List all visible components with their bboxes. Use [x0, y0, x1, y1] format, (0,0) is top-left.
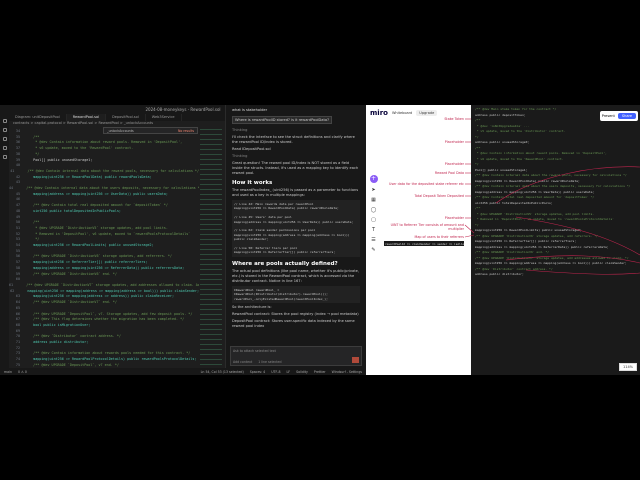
encoding[interactable]: UTF-8 — [271, 370, 280, 374]
minimap[interactable] — [200, 127, 222, 368]
prettier[interactable]: Prettier — [314, 370, 326, 374]
code-editor[interactable]: 34 35 /** 36 * @dev Contain information ab… — [9, 129, 199, 368]
code-block-2: IRewardPool rewardPool_ = IRewardPool(ID… — [232, 285, 360, 304]
tab-depositpool[interactable]: DepositPool.sol — [106, 114, 146, 121]
line-text: mapping(address => mapping(uint256 => Us… — [25, 191, 168, 196]
line-text: mapping(uint256 => RewardPoolLimits) pub… — [25, 243, 154, 248]
find-result: No results — [177, 129, 194, 133]
windsurf-settings[interactable]: Windsurf - Settings — [332, 370, 362, 374]
share-bar: Present Share — [599, 111, 638, 121]
line-text: * v6 update, moved to the 'RewardPool' c… — [25, 146, 134, 151]
user-question: Where is rewardPoolID stored? is it rewa… — [232, 116, 333, 124]
present-button[interactable]: Present — [602, 114, 615, 118]
explorer-icon[interactable] — [2, 119, 7, 123]
line-text: mapping(uint256 => RewardPoolData) publi… — [25, 174, 152, 179]
window-title: 2024-08-moneykeys - RewardPool.sol — [145, 107, 221, 112]
chat-paragraph: The rewardPoolIndex_ (uint256) is passed… — [232, 188, 359, 197]
thinking-toggle[interactable]: Thinking — [232, 128, 360, 133]
code-block: // Line 42: Main rewards data per reward… — [232, 200, 360, 257]
chat-input-placeholder: Ask to attach selected text — [233, 349, 276, 353]
vscode-window: 2024-08-moneykeys - RewardPool.sol Diagr… — [0, 105, 366, 375]
find-input[interactable]: _unlockAccounts — [107, 129, 134, 133]
line-text: uint256 public totalDepositedInPublicPoo… — [25, 208, 121, 213]
read-file[interactable]: Read IDepositPool.sol — [232, 147, 360, 152]
selection-indicator: 1 line selected — [258, 360, 282, 364]
chat-title[interactable]: what is stakeholder — [232, 108, 267, 112]
line-text: /** @dev UPGRADE `DistributionV6` end. *… — [25, 271, 117, 276]
chat-paragraph-3: So the architecture is: — [232, 305, 272, 310]
line-text: * Removed in 'DepositPool', v6 update, m… — [25, 231, 191, 236]
bullet: RewardPool contract: Stores the pool reg… — [232, 312, 359, 317]
problems[interactable]: 0 ⚠ 0 — [18, 370, 27, 374]
editor-tabs: Diagram: unitDepositPool RewardPool.sol … — [9, 114, 225, 121]
tab-rewardpool[interactable]: RewardPool.sol — [66, 114, 107, 121]
status-bar: main 0 ⚠ 0 Ln 54, Col 53 (13 selected) S… — [0, 368, 366, 375]
tab-web3service[interactable]: Web3Service — [146, 114, 182, 121]
chat-panel: what is stakeholder Where is rewardPoolI… — [225, 105, 366, 368]
eol[interactable]: LF — [286, 370, 290, 374]
heading-how-it-works: How it works — [232, 180, 273, 186]
extensions-icon[interactable] — [2, 155, 7, 159]
chat-step: I'll check the interface to see the stru… — [232, 135, 355, 144]
chat-paragraph-2: The actual pool definitions (like pool n… — [232, 268, 360, 283]
debug-icon[interactable] — [2, 146, 7, 150]
miro-board[interactable]: miro Whiteboard Upgrade + ➤ ▦ ◯ ▢ T ☰ ✎ … — [366, 105, 640, 375]
activity-bar — [0, 114, 9, 368]
indentation[interactable]: Spaces: 4 — [250, 370, 266, 374]
line-text: bool public isMigrationOver; — [25, 322, 91, 327]
line-text: /** @dev UPGRADE `DistributionV7` end. *… — [25, 300, 117, 305]
add-context-button[interactable]: Add context — [233, 360, 252, 364]
send-button[interactable] — [352, 357, 359, 363]
share-button[interactable]: Share — [617, 113, 636, 119]
tab-diagram[interactable]: Diagram: unitDepositPool — [9, 114, 67, 121]
chat-input[interactable]: Ask to attach selected text Add context 1… — [230, 346, 362, 366]
source-control-icon[interactable] — [2, 137, 7, 141]
line-text: Pool[] public unusedStorage1; — [25, 157, 93, 162]
line-text: address public distributor; — [25, 340, 89, 345]
heading-pools-defined: Where are pools actually defined? — [232, 260, 338, 267]
search-icon[interactable] — [2, 128, 7, 132]
zoom-level[interactable]: 114% — [618, 363, 637, 371]
find-widget[interactable]: _unlockAccounts No results — [103, 127, 198, 134]
connector-arrows — [464, 118, 640, 275]
cursor-position[interactable]: Ln 54, Col 53 (13 selected) — [201, 370, 244, 374]
bullet: DepositPool contract: Stores user-specif… — [232, 319, 355, 329]
language[interactable]: Solidity — [296, 370, 308, 374]
chat-answer: Great question! The reward pool ID/index… — [232, 161, 359, 175]
thinking-toggle-2[interactable]: Thinking — [232, 154, 360, 159]
branch[interactable]: main — [4, 370, 12, 374]
